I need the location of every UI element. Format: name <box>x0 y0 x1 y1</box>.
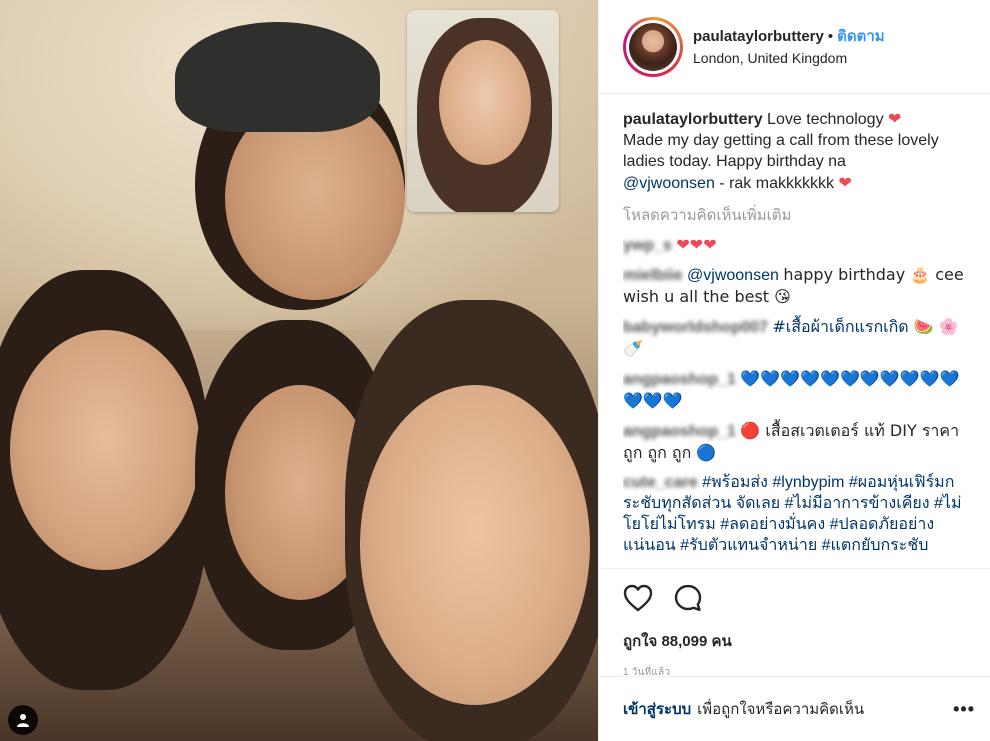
avatar[interactable] <box>623 16 683 77</box>
broken-heart-emoji: ❤ <box>838 173 852 192</box>
comment-username[interactable]: angpaoshop_1 <box>623 371 736 388</box>
red-heart-emoji: ❤ <box>888 109 902 128</box>
comment-item: babyworldshop007 #เสื้อผ้าเด็กแรกเกิด 🍉 … <box>623 316 968 360</box>
photo-face-right <box>360 385 590 705</box>
comment-username[interactable]: mielbiie <box>623 267 683 284</box>
header-text: paulataylorbuttery • ติดตาม London, United… <box>693 27 885 66</box>
action-buttons <box>623 581 967 615</box>
comment-username[interactable]: babyworldshop007 <box>623 319 768 336</box>
caption-text-2: Made my day getting a call from these lo… <box>623 132 939 170</box>
username-link[interactable]: paulataylorbuttery <box>693 28 824 45</box>
speech-bubble-icon[interactable] <box>673 583 703 613</box>
more-options-icon[interactable]: ••• <box>953 699 975 720</box>
comment-item: angpaoshop_1 🔴 เสื้อสเวตเตอร์ แท้ DIY รา… <box>623 420 968 464</box>
separator-dot: • <box>827 28 834 45</box>
post-sidebar: paulataylorbuttery • ติดตาม London, United… <box>598 0 990 741</box>
login-link[interactable]: เข้าสู่ระบบ <box>623 697 691 721</box>
comment-username[interactable]: cute_care <box>623 474 698 491</box>
comment-mention[interactable]: @vjwoonsen <box>687 267 779 284</box>
post-header: paulataylorbuttery • ติดตาม London, United… <box>599 0 990 94</box>
caption-text: Love technology <box>767 111 884 128</box>
caption-mention[interactable]: @vjwoonsen <box>623 175 715 192</box>
instagram-post: paulataylorbuttery • ติดตาม London, United… <box>0 0 990 741</box>
comment-username[interactable]: ywp_s <box>623 237 672 254</box>
comment-text: ❤❤❤ <box>676 235 717 254</box>
comment-item: cute_care #พร้อมส่ง #lynbypim #ผอมหุ่นเฟ… <box>623 472 968 556</box>
follow-button[interactable]: ติดตาม <box>837 28 885 45</box>
post-actions: ถูกใจ 88,099 คน 1 วันที่แล้ว <box>599 568 990 680</box>
comments-list: paulataylorbuttery Love technology ❤ Mad… <box>623 108 968 568</box>
comment-item: ywp_s ❤❤❤ <box>623 234 968 256</box>
location-link[interactable]: London, United Kingdom <box>693 50 885 66</box>
heart-outline-icon[interactable] <box>623 584 653 612</box>
likes-count[interactable]: ถูกใจ 88,099 คน <box>623 629 967 653</box>
person-tag-icon <box>17 714 29 727</box>
comment-item: angpaoshop_1 💙💙💙💙💙💙💙💙💙💙💙💙💙💙 <box>623 368 968 412</box>
caption-text-3: - rak makkkkkkk <box>719 175 834 192</box>
video-call-inset <box>407 10 559 212</box>
login-bar: เข้าสู่ระบบ เพื่อถูกใจหรือความคิดเห็น ••… <box>599 676 990 741</box>
load-more-comments[interactable]: โหลดความคิดเห็นเพิ่มเติม <box>623 205 968 226</box>
caption: paulataylorbuttery Love technology ❤ Mad… <box>623 108 968 194</box>
photo-face-left <box>10 330 200 570</box>
tag-people-button[interactable] <box>8 705 38 735</box>
comment-username[interactable]: angpaoshop_1 <box>623 423 736 440</box>
comment-item: mielbiie @vjwoonsen happy birthday 🎂 cee… <box>623 264 968 308</box>
login-prompt-text: เพื่อถูกใจหรือความคิดเห็น <box>697 701 865 718</box>
post-photo[interactable] <box>0 0 598 741</box>
caption-username[interactable]: paulataylorbuttery <box>623 111 763 128</box>
photo-cap <box>175 22 380 132</box>
